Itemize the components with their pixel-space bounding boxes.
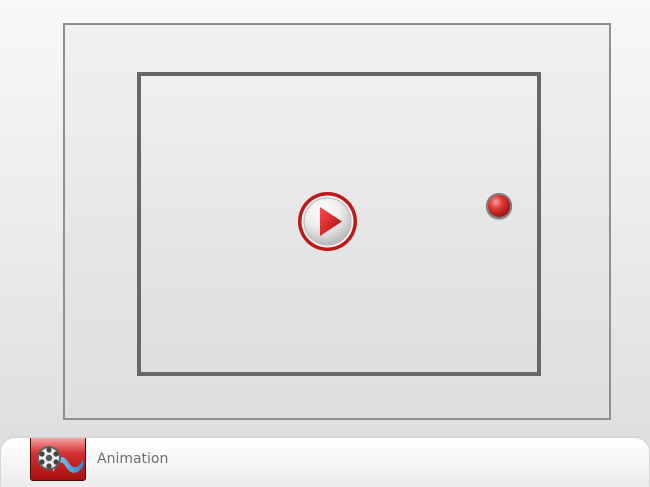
animation-canvas <box>137 72 541 376</box>
film-reel-icon[interactable] <box>30 438 86 481</box>
play-icon[interactable] <box>296 190 359 253</box>
app-window: Animation <box>0 0 650 487</box>
bottom-toolbar: Animation <box>1 438 649 487</box>
preview-frame <box>63 23 611 420</box>
record-icon[interactable] <box>486 193 512 219</box>
play-button[interactable] <box>296 190 359 253</box>
animation-label: Animation <box>97 451 169 467</box>
